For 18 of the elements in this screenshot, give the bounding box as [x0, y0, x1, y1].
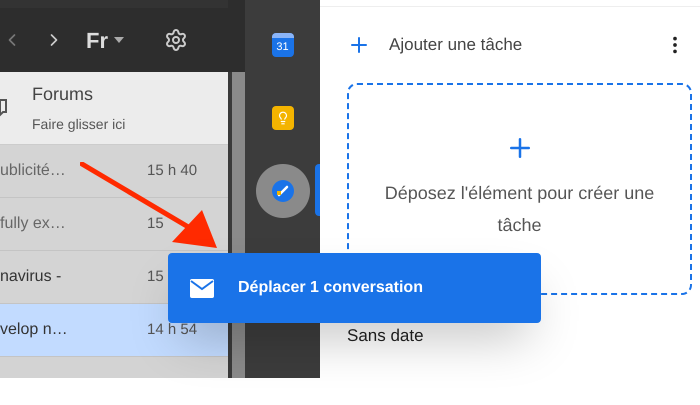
- message-time: 14 h 54: [147, 320, 198, 340]
- message-time: 15: [147, 214, 165, 234]
- section-heading: Sans date: [347, 325, 425, 347]
- message-subject: fully ex…: [0, 214, 66, 234]
- message-time: 15 h 40: [147, 160, 198, 181]
- category-title: Forums: [32, 83, 94, 106]
- message-time: 15: [147, 266, 165, 287]
- message-subject: velop n…: [0, 320, 68, 340]
- drop-zone-text: Déposez l'élément pour créer une tâche: [384, 182, 656, 237]
- language-button[interactable]: Fr: [86, 24, 124, 56]
- add-task-button[interactable]: Ajouter une tâche: [347, 32, 522, 58]
- calendar-icon[interactable]: 31: [272, 32, 294, 56]
- message-subject: navirus -: [0, 267, 62, 287]
- message-row[interactable]: velop n… 14 h 54: [0, 304, 228, 357]
- category-hint: Faire glisser ici: [32, 115, 126, 134]
- calendar-day: 31: [276, 38, 289, 56]
- category-drop-target[interactable]: Forums Faire glisser ici: [0, 72, 228, 145]
- message-subject: ublicité…: [0, 161, 66, 181]
